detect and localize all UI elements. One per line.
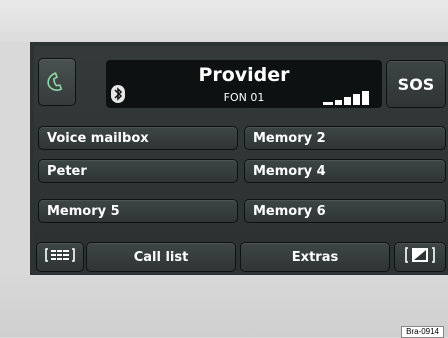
call-button[interactable]: [38, 58, 76, 106]
extras-label: Extras: [291, 249, 339, 265]
keypad-button[interactable]: [36, 242, 84, 272]
phone-book-button[interactable]: [394, 242, 446, 272]
screen-inner: Provider FON 01 SOS Voice mailbox Memory…: [34, 46, 448, 272]
memory-5-label: Memory 5: [47, 203, 120, 219]
provider-header: Provider FON 01: [106, 60, 382, 108]
memory-4-label: Memory 4: [253, 163, 326, 179]
memory-6-label: Memory 6: [253, 203, 326, 219]
memory-6-button[interactable]: Memory 6: [244, 199, 446, 223]
figure-id: Bra-0914: [401, 326, 444, 338]
peter-button[interactable]: Peter: [38, 159, 238, 183]
call-list-button[interactable]: Call list: [86, 242, 236, 272]
page-background-top: [0, 0, 448, 42]
bluetooth-icon: [111, 85, 125, 103]
voice-mailbox-label: Voice mailbox: [47, 130, 149, 146]
phone-handset-icon: [45, 69, 71, 95]
voice-mailbox-button[interactable]: Voice mailbox: [38, 126, 238, 150]
provider-name: Provider: [198, 64, 290, 86]
sos-button[interactable]: SOS: [386, 60, 446, 108]
phone-screen: Provider FON 01 SOS Voice mailbox Memory…: [30, 42, 448, 275]
sos-label: SOS: [397, 74, 435, 94]
memory-4-button[interactable]: Memory 4: [244, 159, 446, 183]
call-list-label: Call list: [133, 249, 189, 265]
signal-strength-icon: [323, 89, 369, 105]
memory-2-button[interactable]: Memory 2: [244, 126, 446, 150]
memory-5-button[interactable]: Memory 5: [38, 199, 238, 223]
peter-label: Peter: [47, 163, 87, 179]
keypad-icon: [45, 247, 75, 267]
page-background-bottom: [0, 275, 448, 337]
phone-book-icon: [405, 246, 435, 268]
memory-2-label: Memory 2: [253, 130, 326, 146]
extras-button[interactable]: Extras: [240, 242, 390, 272]
